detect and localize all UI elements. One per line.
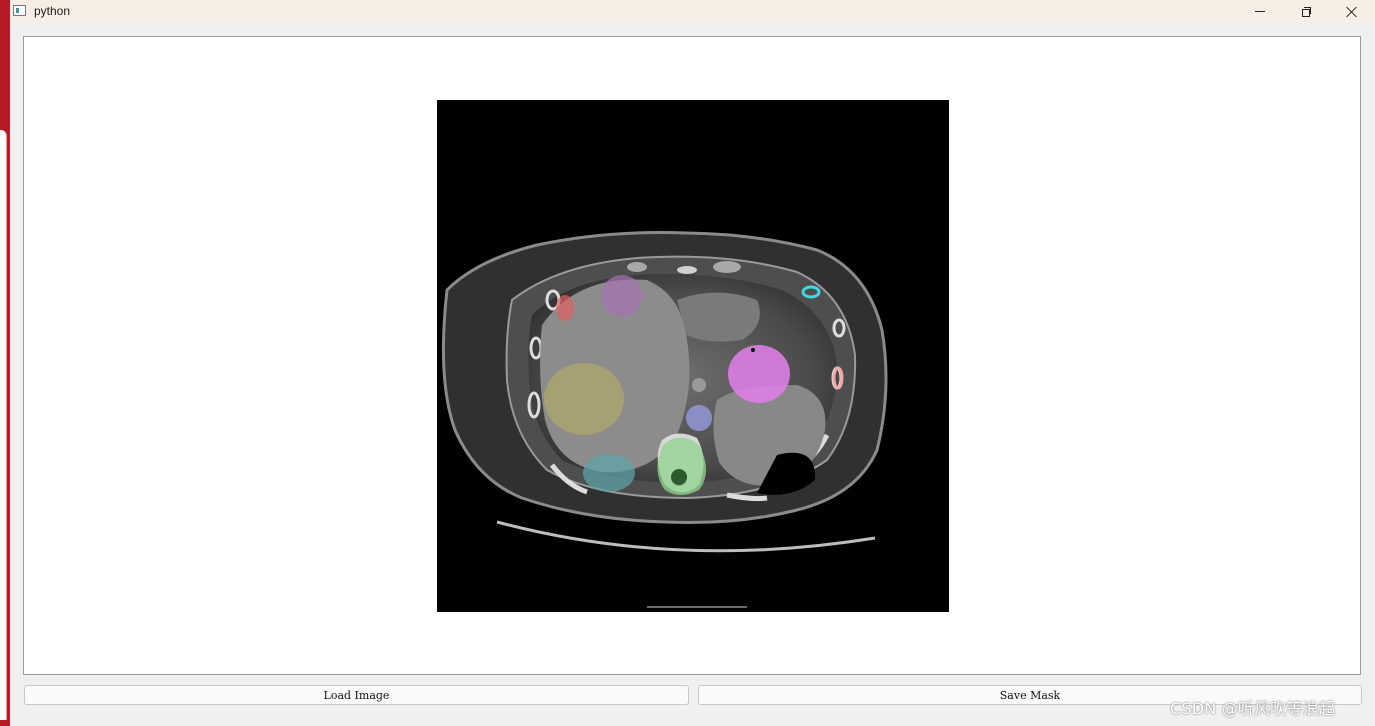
minimize-icon: [1255, 11, 1265, 12]
window-title: python: [34, 4, 71, 18]
load-image-button[interactable]: Load Image: [24, 685, 689, 705]
restore-button[interactable]: [1283, 0, 1329, 23]
app-icon: [13, 5, 26, 16]
ct-scan-drawing: [441, 231, 888, 608]
background-window-edge: [0, 0, 10, 726]
close-icon: [1346, 6, 1358, 18]
app-window: python Load Image Save Mask CSDN @听风吹等浪起: [10, 0, 1375, 726]
close-button[interactable]: [1329, 0, 1375, 23]
ct-image[interactable]: [437, 100, 949, 612]
background-window-tab: [0, 130, 7, 720]
title-bar[interactable]: python: [10, 0, 1375, 23]
image-view[interactable]: [23, 36, 1361, 675]
restore-icon: [1301, 7, 1311, 17]
watermark: CSDN @听风吹等浪起: [1170, 699, 1336, 718]
minimize-button[interactable]: [1237, 0, 1283, 23]
